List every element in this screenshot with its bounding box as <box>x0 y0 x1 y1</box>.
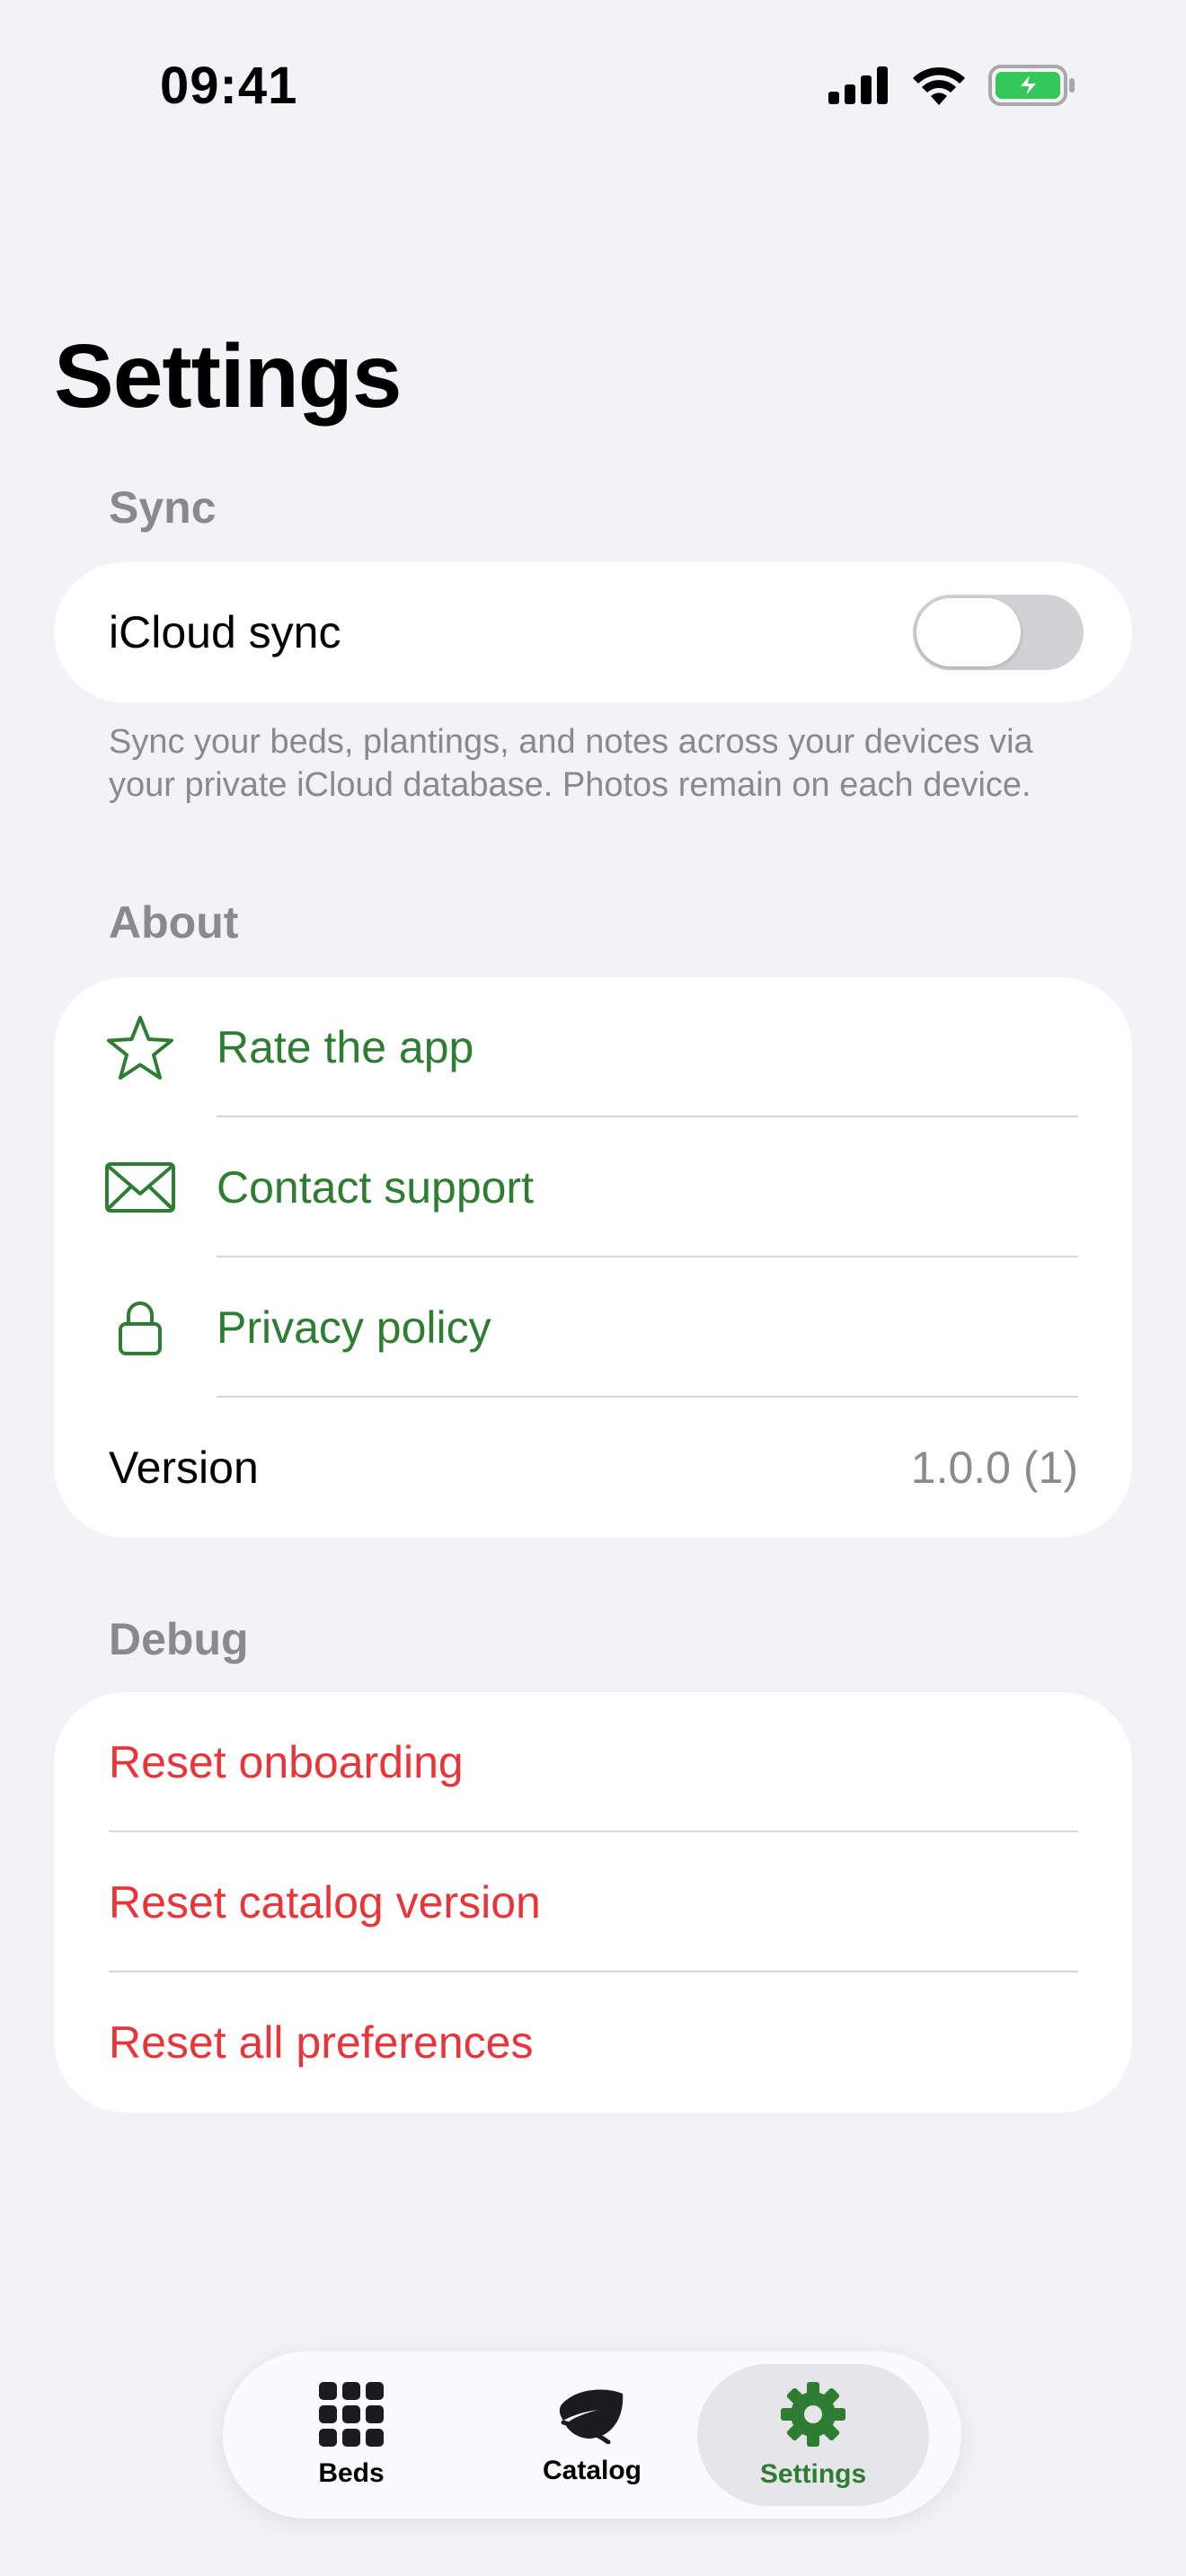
about-section-header: About <box>109 897 239 948</box>
sync-footnote: Sync your beds, plantings, and notes acr… <box>109 723 1033 804</box>
leaf-icon <box>558 2385 626 2448</box>
reset-catalog-version-row[interactable]: Reset catalog version <box>54 1832 1132 1972</box>
rate-app-row[interactable]: Rate the app <box>54 977 1132 1117</box>
rate-app-label: Rate the app <box>217 1022 474 1072</box>
tab-beds-label: Beds <box>318 2457 385 2488</box>
toggle-knob <box>916 598 1021 666</box>
wifi-icon <box>911 66 967 110</box>
debug-card: Reset onboarding Reset catalog version R… <box>54 1692 1132 2113</box>
tab-catalog-label: Catalog <box>542 2455 642 2485</box>
reset-all-preferences-row[interactable]: Reset all preferences <box>54 1972 1132 2113</box>
reset-catalog-version-label: Reset catalog version <box>109 1877 541 1928</box>
tab-bar: Beds Catalog Settings <box>223 2351 961 2519</box>
tab-beds[interactable]: Beds <box>235 2364 467 2506</box>
envelope-icon <box>104 1151 176 1223</box>
cellular-signal-icon <box>828 66 890 109</box>
about-card: Rate the app Contact support Privacy pol… <box>54 977 1132 1538</box>
debug-section-header: Debug <box>109 1614 249 1664</box>
contact-support-row[interactable]: Contact support <box>54 1117 1132 1257</box>
reset-onboarding-label: Reset onboarding <box>109 1737 464 1787</box>
privacy-policy-row[interactable]: Privacy policy <box>54 1257 1132 1398</box>
icloud-sync-row: iCloud sync <box>54 562 1132 702</box>
tab-settings[interactable]: Settings <box>697 2364 929 2506</box>
grid-icon <box>319 2381 384 2451</box>
sync-card: iCloud sync <box>54 562 1132 702</box>
version-row: Version 1.0.0 (1) <box>54 1398 1132 1538</box>
tab-settings-label: Settings <box>759 2458 867 2489</box>
page-title: Settings <box>54 326 402 427</box>
battery-charging-icon <box>988 65 1076 110</box>
reset-all-preferences-label: Reset all preferences <box>109 2017 534 2068</box>
status-time: 09:41 <box>160 57 298 115</box>
icloud-sync-label: iCloud sync <box>109 607 341 657</box>
icloud-sync-toggle[interactable] <box>913 595 1084 670</box>
reset-onboarding-row[interactable]: Reset onboarding <box>54 1692 1132 1832</box>
version-value: 1.0.0 (1) <box>910 1442 1078 1493</box>
star-icon <box>104 1011 176 1083</box>
gear-icon <box>780 2381 846 2452</box>
privacy-policy-label: Privacy policy <box>217 1302 491 1353</box>
tab-catalog[interactable]: Catalog <box>476 2364 708 2506</box>
lock-icon <box>104 1292 176 1363</box>
settings-screen: 09:41 Settings Sync iCloud sync Sync you… <box>0 0 1186 2576</box>
status-icons <box>828 65 1076 110</box>
version-label: Version <box>109 1442 259 1493</box>
contact-support-label: Contact support <box>217 1162 534 1213</box>
sync-section-header: Sync <box>109 482 217 533</box>
